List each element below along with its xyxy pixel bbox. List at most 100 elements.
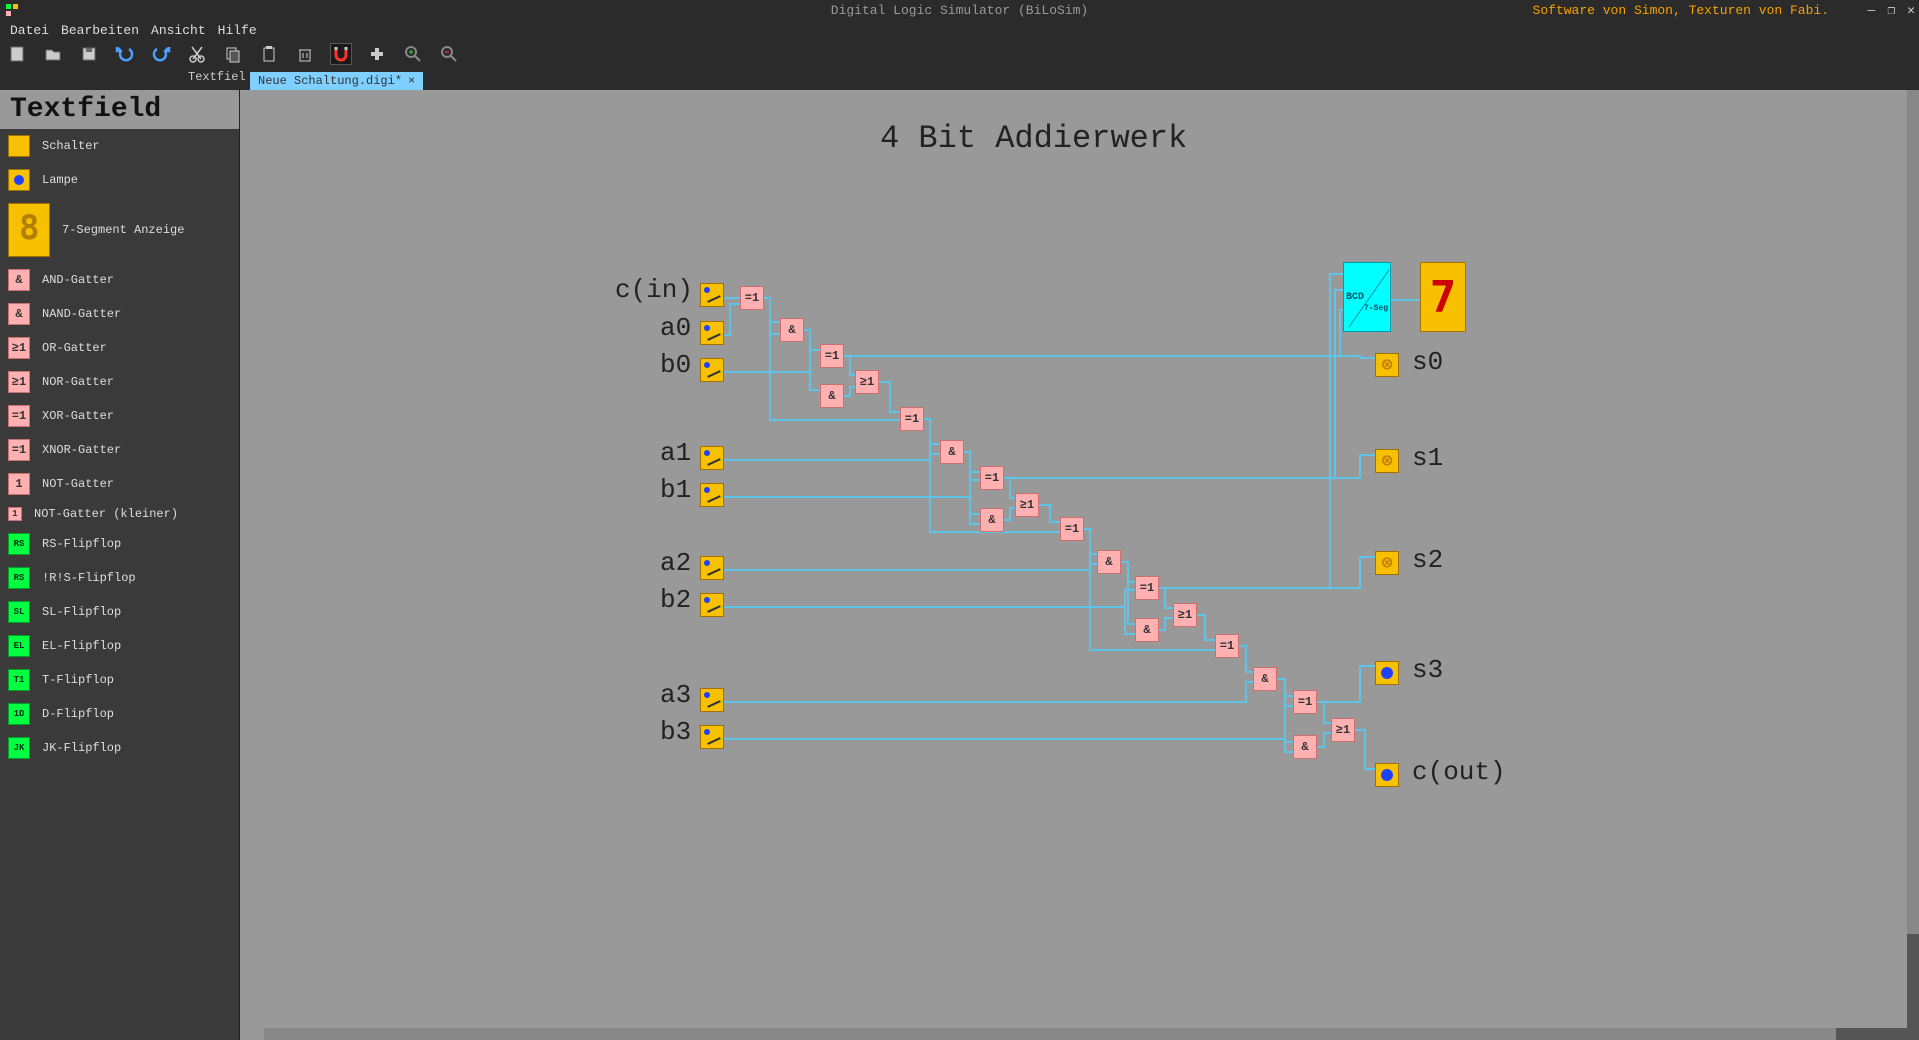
palette-item-lampe[interactable]: Lampe bbox=[0, 163, 239, 197]
gate-12[interactable]: =1 bbox=[1135, 576, 1159, 600]
palette-item-jkff[interactable]: JKJK-Flipflop bbox=[0, 731, 239, 765]
gate-11[interactable]: & bbox=[1097, 550, 1121, 574]
xnor-icon: =1 bbox=[8, 439, 30, 461]
palette-label: D-Flipflop bbox=[42, 707, 114, 721]
redo-icon[interactable] bbox=[150, 43, 172, 65]
lamp-s1[interactable] bbox=[1375, 449, 1399, 473]
zoom-in-icon[interactable] bbox=[402, 43, 424, 65]
gate-2[interactable]: =1 bbox=[820, 344, 844, 368]
undo-icon[interactable] bbox=[114, 43, 136, 65]
copy-icon[interactable] bbox=[222, 43, 244, 65]
switch-a1[interactable] bbox=[700, 446, 724, 470]
gate-13[interactable]: ≥1 bbox=[1173, 603, 1197, 627]
menu-edit[interactable]: Bearbeiten bbox=[55, 21, 145, 40]
menu-file[interactable]: Datei bbox=[4, 21, 55, 40]
switch-b0[interactable] bbox=[700, 358, 724, 382]
xor-icon: =1 bbox=[8, 405, 30, 427]
menu-help[interactable]: Hilfe bbox=[212, 21, 263, 40]
palette-item-7seg[interactable]: 7-Segment Anzeige bbox=[0, 197, 239, 263]
gate-17[interactable]: =1 bbox=[1293, 690, 1317, 714]
switch-b2[interactable] bbox=[700, 593, 724, 617]
bcd-decoder[interactable]: BCD 7-Seg bbox=[1343, 262, 1391, 332]
palette-label: RS-Flipflop bbox=[42, 537, 121, 551]
lamp-s2[interactable] bbox=[1375, 551, 1399, 575]
vertical-scrollbar[interactable] bbox=[1907, 90, 1919, 1028]
toolbar bbox=[0, 40, 1919, 68]
magnet-icon[interactable] bbox=[330, 43, 352, 65]
palette-item-nand[interactable]: &NAND-Gatter bbox=[0, 297, 239, 331]
open-file-icon[interactable] bbox=[42, 43, 64, 65]
gate-0[interactable]: =1 bbox=[740, 286, 764, 310]
schalter-icon bbox=[8, 135, 30, 157]
palette-item-irsff[interactable]: RS!R!S-Flipflop bbox=[0, 561, 239, 595]
gate-3[interactable]: ≥1 bbox=[855, 370, 879, 394]
palette-item-xor[interactable]: =1 XOR-Gatter bbox=[0, 399, 239, 433]
gate-16[interactable]: & bbox=[1253, 667, 1277, 691]
gate-18[interactable]: ≥1 bbox=[1331, 718, 1355, 742]
tab-close-icon[interactable]: × bbox=[408, 74, 415, 88]
new-file-icon[interactable] bbox=[6, 43, 28, 65]
palette-item-tff[interactable]: T1T-Flipflop bbox=[0, 663, 239, 697]
add-icon[interactable] bbox=[366, 43, 388, 65]
switch-cin[interactable] bbox=[700, 283, 724, 307]
output-label-s1: s1 bbox=[1412, 443, 1443, 473]
gate-14[interactable]: & bbox=[1135, 618, 1159, 642]
palette-item-rsff[interactable]: RSRS-Flipflop bbox=[0, 527, 239, 561]
display-value: 7 bbox=[1430, 272, 1457, 323]
tab-neue-schaltung[interactable]: Neue Schaltung.digi* × bbox=[250, 72, 423, 90]
palette-item-or[interactable]: ≥1OR-Gatter bbox=[0, 331, 239, 365]
palette-item-not-sm[interactable]: 1NOT-Gatter (kleiner) bbox=[0, 501, 239, 527]
gate-5[interactable]: =1 bbox=[900, 407, 924, 431]
app-icon bbox=[4, 2, 20, 18]
horizontal-scrollbar[interactable] bbox=[264, 1028, 1919, 1040]
zoom-out-icon[interactable] bbox=[438, 43, 460, 65]
tff-icon: T1 bbox=[8, 669, 30, 691]
minimize-icon[interactable]: — bbox=[1868, 3, 1876, 18]
menu-view[interactable]: Ansicht bbox=[145, 21, 212, 40]
palette-item-dff[interactable]: 1D D-Flipflop bbox=[0, 697, 239, 731]
cut-icon[interactable] bbox=[186, 43, 208, 65]
dff-icon: 1D bbox=[8, 703, 30, 725]
switch-b3[interactable] bbox=[700, 725, 724, 749]
palette-item-not[interactable]: 1NOT-Gatter bbox=[0, 467, 239, 501]
window-controls: — ❐ ✕ bbox=[1868, 3, 1915, 18]
switch-a2[interactable] bbox=[700, 556, 724, 580]
palette-item-xnor[interactable]: =1XNOR-Gatter bbox=[0, 433, 239, 467]
gate-9[interactable]: & bbox=[980, 508, 1004, 532]
gate-7[interactable]: =1 bbox=[980, 466, 1004, 490]
lamp-cout[interactable] bbox=[1375, 763, 1399, 787]
or-icon: ≥1 bbox=[8, 337, 30, 359]
gate-19[interactable]: & bbox=[1293, 735, 1317, 759]
input-label-a1: a1 bbox=[660, 438, 691, 468]
delete-icon[interactable] bbox=[294, 43, 316, 65]
lamp-s0[interactable] bbox=[1375, 353, 1399, 377]
switch-b1[interactable] bbox=[700, 483, 724, 507]
palette-label: XOR-Gatter bbox=[42, 409, 114, 423]
and-icon: & bbox=[8, 269, 30, 291]
switch-a0[interactable] bbox=[700, 321, 724, 345]
not-sm-icon: 1 bbox=[8, 507, 22, 521]
palette-item-nor[interactable]: ≥1NOR-Gatter bbox=[0, 365, 239, 399]
seven-segment-display[interactable]: 7 bbox=[1420, 262, 1466, 332]
gate-15[interactable]: =1 bbox=[1215, 634, 1239, 658]
lampe-icon bbox=[8, 169, 30, 191]
palette-item-schalter[interactable]: Schalter bbox=[0, 129, 239, 163]
component-palette: Textfield SchalterLampe7-Segment Anzeige… bbox=[0, 90, 240, 1040]
gate-8[interactable]: ≥1 bbox=[1015, 493, 1039, 517]
gate-1[interactable]: & bbox=[780, 318, 804, 342]
canvas[interactable]: 4 Bit Addierwerk bbox=[240, 90, 1900, 1030]
gate-6[interactable]: & bbox=[940, 440, 964, 464]
wire-layer bbox=[240, 90, 1900, 1030]
palette-item-elff[interactable]: ELEL-Flipflop bbox=[0, 629, 239, 663]
gate-4[interactable]: & bbox=[820, 384, 844, 408]
paste-icon[interactable] bbox=[258, 43, 280, 65]
palette-item-and[interactable]: &AND-Gatter bbox=[0, 263, 239, 297]
maximize-icon[interactable]: ❐ bbox=[1887, 3, 1895, 18]
gate-10[interactable]: =1 bbox=[1060, 517, 1084, 541]
save-file-icon[interactable] bbox=[78, 43, 100, 65]
switch-a3[interactable] bbox=[700, 688, 724, 712]
palette-item-slff[interactable]: SLSL-Flipflop bbox=[0, 595, 239, 629]
input-label-b3: b3 bbox=[660, 717, 691, 747]
close-icon[interactable]: ✕ bbox=[1907, 3, 1915, 18]
lamp-s3[interactable] bbox=[1375, 661, 1399, 685]
